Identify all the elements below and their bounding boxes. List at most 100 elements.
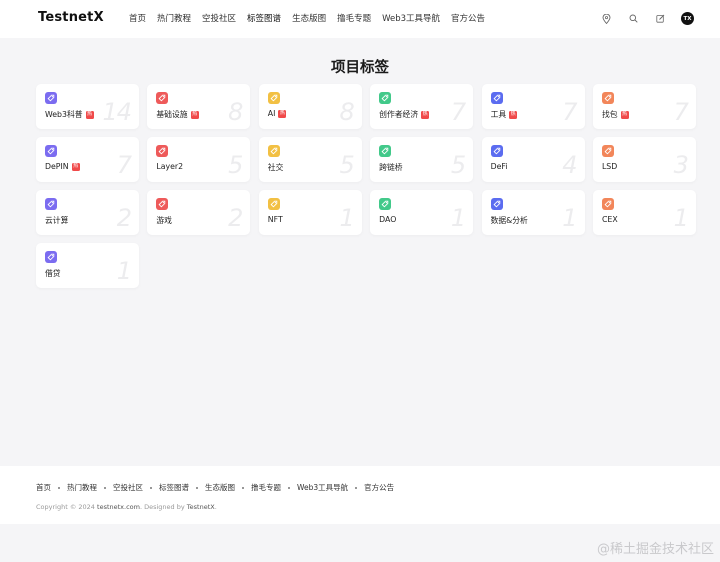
tag-icon [267,198,280,210]
tag-label: 云计算 [45,216,69,225]
tag-card[interactable]: DAO 1 [370,190,474,235]
edit-icon[interactable] [654,13,666,25]
nav-item[interactable]: 空投社区 [202,12,236,24]
tag-icon [267,145,280,157]
tag-card[interactable]: 创作者经济热 7 [370,84,474,129]
tag-card[interactable]: 工具热 7 [481,84,585,129]
nav-item[interactable]: Web3工具导航 [382,12,440,24]
copyright-site-link[interactable]: testnetx.com [97,503,140,511]
nav-item[interactable]: 标签图谱 [247,12,281,24]
tag-card[interactable]: NFT 1 [258,190,362,235]
tag-card[interactable]: DePIN 热 7 [36,137,139,182]
nav-item[interactable]: 撸毛专题 [337,12,371,24]
tag-label: AI [267,109,276,118]
tag-label: 创作者经济 [379,110,419,119]
tag-label-row: AI 热 [268,109,287,118]
tag-label-row: NFT [268,215,283,224]
tag-label-row: CEX [602,215,618,224]
watermark-text: @稀土掘金技术社区 [596,542,714,557]
hot-badge: 热 [85,110,94,119]
tag-card[interactable]: 基础设施热 8 [147,84,251,129]
footer-nav-separator [288,486,290,489]
footer-nav-item[interactable]: Web3工具导航 [297,482,348,493]
tag-card[interactable]: Layer2 5 [147,137,251,182]
footer-nav-item[interactable]: 热门教程 [67,482,97,493]
tag-card[interactable]: 游戏 2 [147,190,251,235]
tag-icon [490,198,503,210]
tag-card[interactable]: 跨链桥 5 [370,137,474,182]
tag-icon [45,198,57,210]
footer-nav-item[interactable]: 生态版图 [205,482,235,493]
tag-card[interactable]: 找包热 7 [592,84,696,129]
tag-label-row: 游戏 [156,215,172,226]
footer-nav-item[interactable]: 空投社区 [113,482,143,493]
tag-count: 7 [673,98,689,126]
tag-card[interactable]: CEX 1 [592,190,696,235]
tag-count: 5 [228,151,243,179]
tag-count: 7 [116,151,132,179]
tag-card[interactable]: AI 热 8 [258,84,362,129]
tag-count: 2 [228,204,243,232]
tag-icon [267,92,280,104]
search-icon[interactable] [627,13,639,25]
nav-item[interactable]: 热门教程 [157,12,191,24]
footer-nav-item[interactable]: 标签图谱 [159,482,189,493]
tag-card[interactable]: DeFi 4 [481,137,585,182]
main-nav: 首页 热门教程 空投社区 标签图谱 生态版图 撸毛专题 Web3工具导航 官方公告 [129,12,485,24]
tag-count: 1 [116,257,132,285]
copyright-end: . [214,503,217,511]
hot-badge: 热 [190,110,199,119]
nav-item[interactable]: 官方公告 [451,12,485,24]
tag-icon [490,145,503,157]
tag-count: 1 [562,204,577,232]
tag-label-row: DePIN 热 [45,162,80,171]
location-pin-icon[interactable] [600,13,612,25]
tag-label: 找包 [601,110,618,119]
footer-nav-item[interactable]: 官方公告 [364,482,394,493]
tag-icon [601,198,614,210]
tag-count: 3 [673,151,689,179]
copyright-brand-link[interactable]: TestnetX [187,503,215,511]
tag-count: 1 [673,204,689,232]
tag-icon [156,92,169,104]
tag-card[interactable]: 社交 5 [258,137,362,182]
tag-count: 2 [116,204,132,232]
tag-label: DAO [379,215,397,224]
footer-nav-separator [196,486,198,489]
tag-count: 7 [562,98,577,126]
nav-item[interactable]: 生态版图 [292,12,326,24]
tag-card[interactable]: 借贷 1 [36,243,139,288]
tag-label: 数据&分析 [490,216,528,225]
footer-nav-item[interactable]: 撸毛专题 [251,482,281,493]
tag-grid: Web3科普热 14 基础设施热 8 AI 热 8 创作者经济热 7 工具热 7 找包热 7 DePIN 热… [36,84,696,288]
top-header: TestnetX 首页 热门教程 空投社区 标签图谱 生态版图 撸毛专题 Web3工具导航官… [0,0,720,38]
footer-nav-separator [355,486,358,489]
tag-card[interactable]: 数据&分析 1 [481,190,585,235]
hot-badge: 热 [71,162,80,171]
tag-label-row: Layer2 [156,162,183,171]
tag-label-row: 工具热 [491,109,518,120]
tag-icon [490,92,503,104]
site-footer: 首页 热门教程 空投社区 标签图谱 生态版图 撸毛专题 Web3工具导航 官方公告 Copyr… [0,466,720,524]
user-avatar[interactable]: TX [681,12,694,25]
tag-count: 5 [339,151,355,179]
tag-label-row: 借贷 [45,268,61,279]
footer-nav-item[interactable]: 首页 [36,482,51,493]
hot-badge: 热 [509,110,518,119]
tag-label-row: 云计算 [45,215,68,226]
tag-card[interactable]: LSD 3 [592,137,696,182]
footer-nav-separator [150,486,152,489]
tag-card[interactable]: 云计算 2 [36,190,139,235]
tag-icon [156,145,169,157]
nav-item[interactable]: 首页 [129,12,146,24]
header-actions: TX [600,12,694,25]
tag-icon [379,145,392,157]
tag-count: 8 [228,98,243,126]
tag-label: Layer2 [156,162,184,171]
tag-card[interactable]: Web3科普热 14 [36,84,139,129]
tag-count: 4 [562,151,577,179]
site-logo[interactable]: TestnetX [38,10,104,25]
tag-icon [379,92,392,104]
tag-icon [379,198,392,210]
tag-label: 工具 [490,110,507,119]
